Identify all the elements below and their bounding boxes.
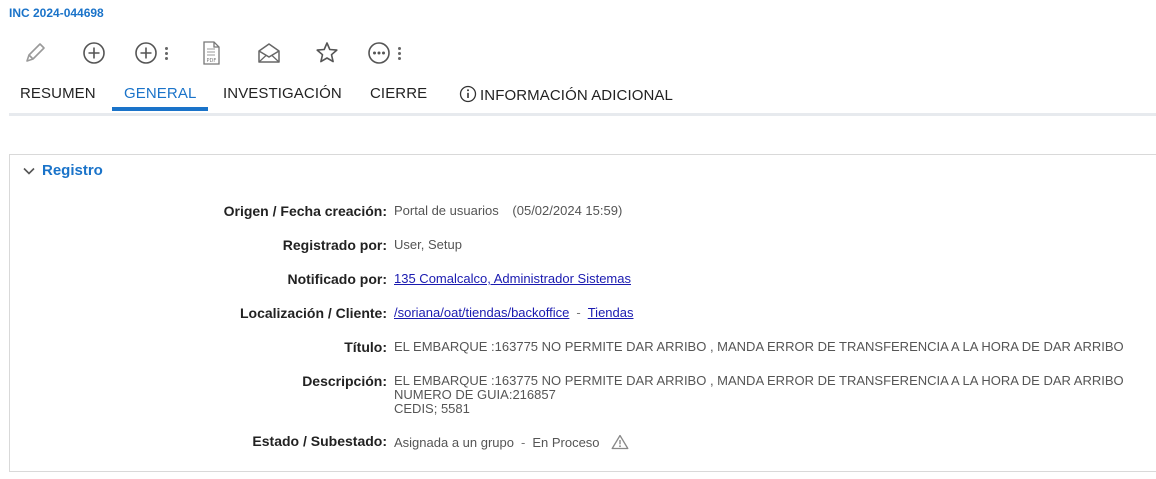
field-label: Título: [344,339,387,355]
field-label: Notificado por: [287,271,387,287]
field-value: EL EMBARQUE :163775 NO PERMITE DAR ARRIB… [394,374,1124,416]
more-button[interactable] [366,40,401,66]
field-label: Localización / Cliente: [239,305,387,321]
email-button[interactable] [256,40,282,66]
add-button[interactable] [81,40,107,66]
tab-informacion-adicional[interactable]: INFORMACIÓN ADICIONAL [459,85,673,104]
tab-label: INFORMACIÓN ADICIONAL [480,87,673,104]
section-title: Registro [42,162,103,179]
warning-icon[interactable] [611,434,629,450]
tab-investigacion[interactable]: INVESTIGACIÓN [223,85,342,102]
chevron-down-icon [23,167,35,175]
info-icon [459,85,477,103]
field-value: User, Setup [394,237,462,252]
kebab-menu-icon [165,46,168,60]
tab-resumen[interactable]: RESUMEN [20,85,96,102]
field-value: Portal de usuarios (05/02/2024 15:59) [394,204,622,218]
envelope-icon [258,43,280,63]
substate-value: En Proceso [532,435,600,450]
edit-button[interactable] [22,40,48,66]
field-label: Estado / Subestado: [252,433,387,449]
more-icon [368,42,390,64]
field-value: /soriana/oat/tiendas/backoffice - Tiendas [394,306,634,320]
favorite-button[interactable] [314,40,340,66]
state-value: Asignada a un grupo [394,435,514,450]
description-line: NUMERO DE GUIA:216857 [394,387,556,402]
star-icon [316,42,338,63]
kebab-menu-icon [398,46,401,60]
description-line: EL EMBARQUE :163775 NO PERMITE DAR ARRIB… [394,373,1124,388]
notified-by-link[interactable]: 135 Comalcalco, Administrador Sistemas [394,271,631,286]
active-tab-indicator [112,107,208,111]
pdf-icon: PDF [203,41,220,65]
registro-panel: Registro Origen / Fecha creación: Portal… [9,154,1156,472]
field-value: EL EMBARQUE :163775 NO PERMITE DAR ARRIB… [394,339,1124,354]
plus-circle-icon [83,42,105,64]
tab-bar-divider [9,113,1156,116]
field-label: Registrado por: [282,237,387,253]
field-value: 135 Comalcalco, Administrador Sistemas [394,272,631,286]
add-more-button[interactable] [133,40,168,66]
separator: - [520,435,526,450]
field-label: Origen / Fecha creación: [223,203,387,219]
field-label: Descripción: [302,373,387,389]
tab-cierre[interactable]: CIERRE [370,85,427,102]
tab-bar: RESUMEN GENERAL INVESTIGACIÓN CIERRE INF… [9,80,1156,118]
pdf-button[interactable]: PDF [199,40,223,66]
separator: - [576,305,581,320]
plus-circle-icon [135,42,157,64]
location-link[interactable]: /soriana/oat/tiendas/backoffice [394,305,569,320]
field-value: Asignada a un grupo - En Proceso [394,434,629,450]
pencil-icon [26,43,45,62]
creation-date: (05/02/2024 15:59) [512,203,623,218]
description-line: CEDIS; 5581 [394,401,470,416]
registro-section-toggle[interactable]: Registro [22,162,103,179]
svg-text:PDF: PDF [207,58,217,64]
client-link[interactable]: Tiendas [588,305,634,320]
incident-id: INC 2024-044698 [9,6,104,20]
origin-value: Portal de usuarios [394,203,499,218]
tab-general[interactable]: GENERAL [124,85,196,102]
